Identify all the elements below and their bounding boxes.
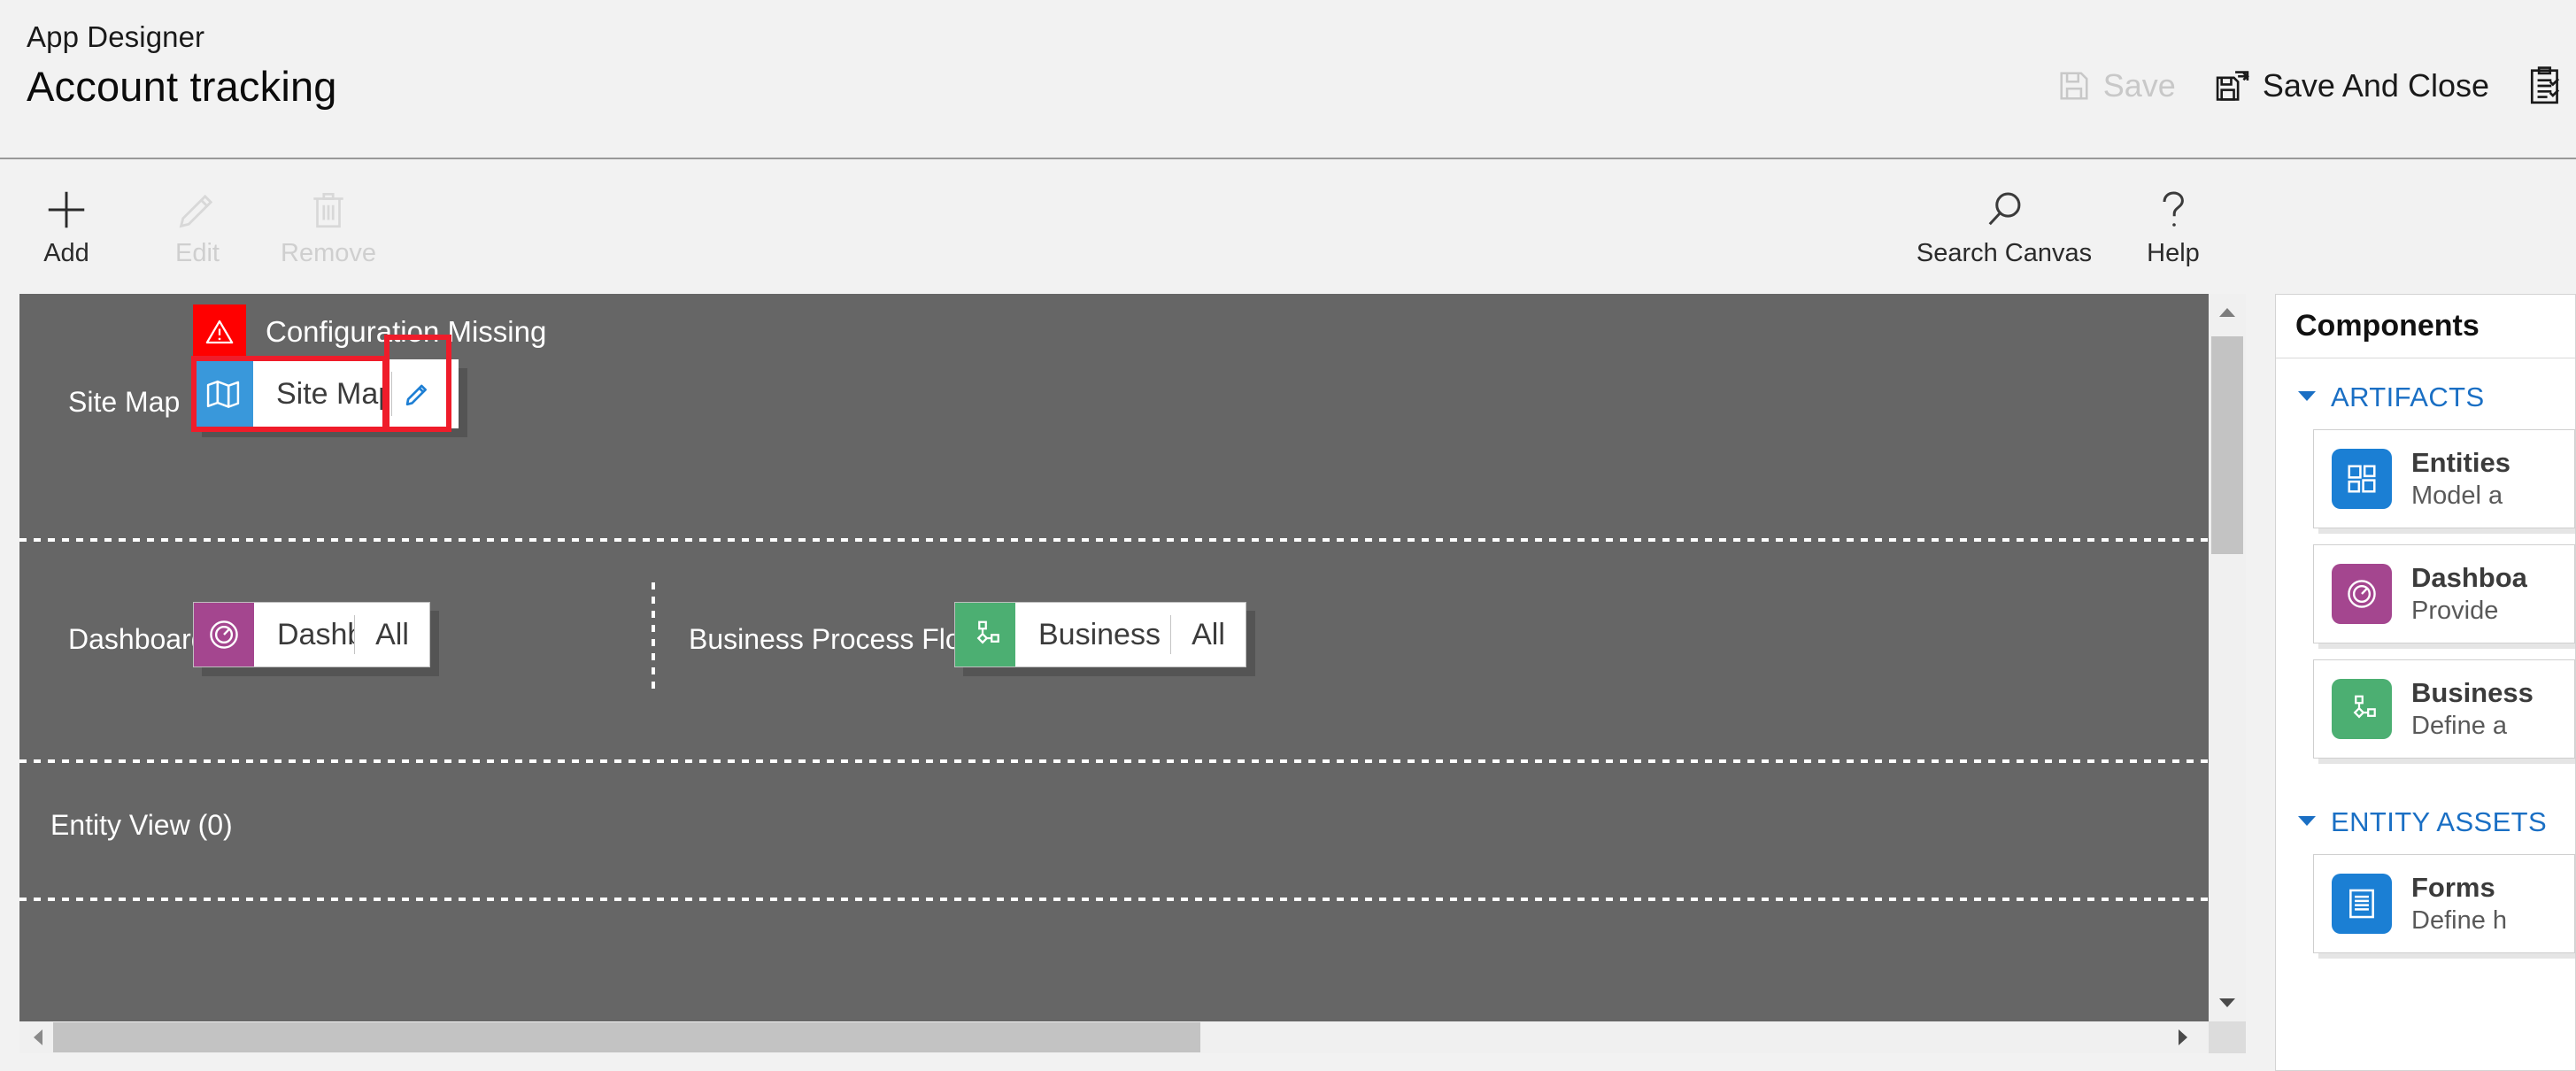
trash-icon: [306, 184, 351, 235]
row-label-entityview: Entity View (0): [50, 809, 233, 841]
component-card-text: Business Define a: [2411, 676, 2534, 742]
configuration-missing-text: Configuration Missing: [266, 315, 547, 348]
canvas-row-dashboards: Dashboards Dashboards All Business Proce…: [19, 542, 2209, 761]
component-card-text: Dashboa Provide: [2411, 561, 2527, 627]
section-title-entity-assets: ENTITY ASSETS: [2331, 806, 2548, 837]
component-card-dashboards[interactable]: Dashboa Provide: [2313, 544, 2575, 643]
app-header: App Designer Account tracking Save Save …: [0, 0, 2576, 159]
validate-button[interactable]: [2509, 55, 2576, 117]
dashboards-tile-label: Dashboards: [277, 617, 354, 651]
help-button[interactable]: Help: [2125, 173, 2222, 278]
component-desc: Define a: [2411, 712, 2508, 740]
scroll-left-arrow-icon[interactable]: [19, 1019, 57, 1056]
edit-label: Edit: [175, 239, 220, 267]
app-canvas[interactable]: Site Map Configuration Missing Site Map …: [19, 294, 2209, 1021]
save-and-close-icon: [2215, 68, 2250, 104]
remove-button[interactable]: Remove: [262, 173, 395, 278]
save-button[interactable]: Save: [2038, 55, 2195, 117]
save-and-close-label: Save And Close: [2262, 67, 2489, 104]
bpf-filter-all[interactable]: All: [1171, 603, 1246, 666]
section-header-artifacts[interactable]: ARTIFACTS: [2276, 358, 2575, 429]
canvas-row-entityview: Entity View (0): [19, 763, 2209, 898]
row-separator-3: [19, 898, 2209, 901]
component-title: Business: [2411, 677, 2534, 708]
pencil-icon: [174, 184, 220, 235]
component-desc: Model a: [2411, 482, 2503, 510]
validate-clipboard-icon: [2528, 66, 2564, 105]
canvas-vertical-scrollbar[interactable]: [2209, 294, 2246, 1021]
chevron-down-icon: [2295, 813, 2318, 832]
component-card-text: Forms Define h: [2411, 871, 2507, 936]
process-flow-icon: [2332, 679, 2392, 739]
components-panel-title: Components: [2276, 295, 2575, 358]
edit-button[interactable]: Edit: [131, 173, 264, 278]
canvas-horizontal-scrollbar[interactable]: [19, 1021, 2209, 1053]
column-separator: [652, 582, 655, 689]
scroll-down-arrow-icon[interactable]: [2209, 984, 2246, 1021]
component-card-business-process-flows[interactable]: Business Define a: [2313, 659, 2575, 759]
help-label: Help: [2147, 239, 2200, 267]
add-button[interactable]: Add: [0, 173, 133, 278]
canvas-row-sitemap: Site Map Configuration Missing Site Map: [19, 294, 2209, 540]
forms-icon: [2332, 874, 2392, 934]
search-canvas-label: Search Canvas: [1916, 239, 2093, 267]
gauge-icon: [2332, 564, 2392, 624]
canvas-wrapper: Site Map Configuration Missing Site Map …: [19, 294, 2259, 1053]
row-label-sitemap: Site Map: [68, 386, 181, 418]
business-process-flows-tile[interactable]: Business Proces... All: [954, 602, 1246, 667]
component-title: Dashboa: [2411, 562, 2527, 593]
dashboards-tile[interactable]: Dashboards All: [193, 602, 430, 667]
app-designer-label: App Designer: [27, 20, 205, 53]
add-label: Add: [43, 239, 89, 267]
dashboards-filter-all[interactable]: All: [355, 603, 429, 666]
vertical-scroll-thumb[interactable]: [2211, 336, 2243, 554]
section-title-artifacts: ARTIFACTS: [2331, 381, 2485, 412]
scroll-right-arrow-icon[interactable]: [2163, 1019, 2201, 1056]
row-label-bpf: Business Process Flows: [689, 623, 996, 655]
component-card-forms[interactable]: Forms Define h: [2313, 854, 2575, 953]
scroll-up-arrow-icon[interactable]: [2209, 294, 2246, 331]
scrollbar-corner: [2209, 1021, 2246, 1053]
horizontal-scroll-thumb[interactable]: [53, 1022, 1200, 1052]
entities-icon: [2332, 449, 2392, 509]
search-icon: [1981, 184, 2027, 235]
save-label: Save: [2102, 67, 2176, 104]
warning-triangle-icon: [193, 304, 246, 359]
header-titles: App Designer Account tracking: [27, 19, 337, 112]
page-title: Account tracking: [27, 63, 337, 110]
search-canvas-button[interactable]: Search Canvas: [1900, 173, 2109, 278]
component-card-text: Entities Model a: [2411, 446, 2510, 512]
sitemap-edit-button[interactable]: [386, 359, 446, 428]
configuration-missing-banner: Configuration Missing: [193, 304, 546, 359]
remove-label: Remove: [281, 239, 376, 267]
component-desc: Provide: [2411, 597, 2499, 625]
save-icon: [2057, 69, 2091, 103]
component-card-entities[interactable]: Entities Model a: [2313, 429, 2575, 528]
gauge-icon: [194, 603, 254, 666]
map-icon: [193, 359, 253, 428]
section-header-entity-assets[interactable]: ENTITY ASSETS: [2276, 774, 2575, 854]
pencil-edit-icon: [392, 359, 442, 428]
component-title: Forms: [2411, 872, 2495, 903]
components-panel: Components ARTIFACTS Entities Model a Da…: [2275, 294, 2576, 1071]
component-title: Entities: [2411, 447, 2510, 478]
chevron-down-icon: [2295, 389, 2318, 407]
canvas-toolbar: Add Edit Remove Search Canvas Help: [0, 161, 2576, 290]
plus-icon: [42, 184, 90, 235]
header-command-bar: Save Save And Close: [2038, 55, 2576, 117]
business-process-flows-tile-label: Business Proces...: [1038, 617, 1170, 651]
component-desc: Define h: [2411, 906, 2508, 935]
question-mark-icon: [2153, 184, 2194, 235]
process-flow-icon: [955, 603, 1015, 666]
save-and-close-button[interactable]: Save And Close: [2195, 55, 2509, 117]
